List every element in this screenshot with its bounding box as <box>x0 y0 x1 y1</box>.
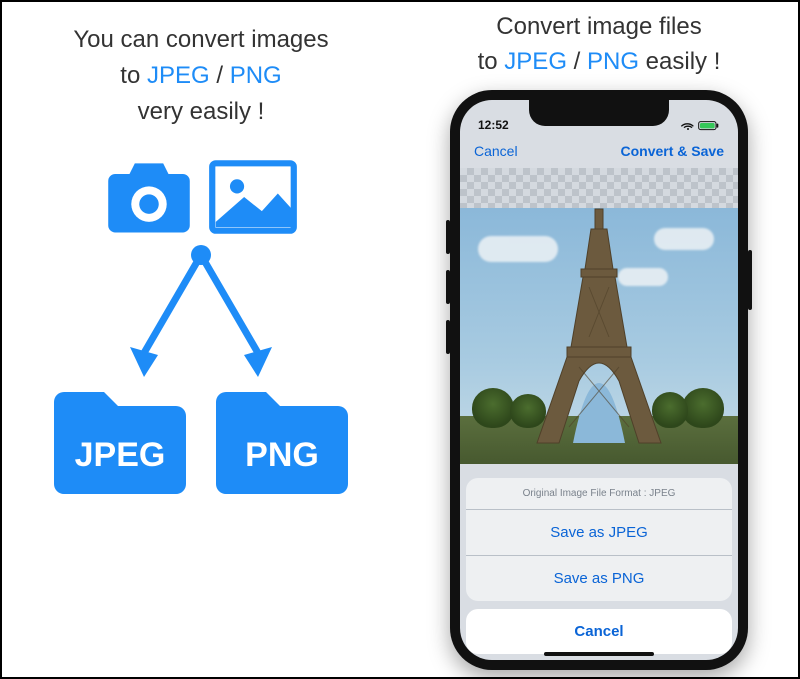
source-icons <box>104 158 298 241</box>
phone-notch <box>529 100 669 126</box>
format-png-label-2: PNG <box>587 48 639 75</box>
status-indicators <box>680 118 720 132</box>
left-panel: You can convert images to JPEG / PNG ver… <box>2 2 400 677</box>
format-sep-2: / <box>567 48 587 75</box>
right-headline: Convert image files to JPEG / PNG easily… <box>478 10 721 80</box>
format-png-label: PNG <box>230 62 282 89</box>
format-sep: / <box>210 62 230 89</box>
nav-convert-save-button[interactable]: Convert & Save <box>621 143 724 159</box>
nav-bar: Cancel Convert & Save <box>460 134 738 168</box>
folder-png-label: PNG <box>245 436 319 474</box>
home-indicator <box>544 652 654 656</box>
headline2-line1: Convert image files <box>478 10 721 45</box>
transparency-checker <box>460 168 738 208</box>
headline2-suffix: easily ! <box>639 48 720 75</box>
headline2-prefix: to <box>478 48 505 75</box>
image-icon <box>208 158 298 241</box>
headline-line1: You can convert images <box>73 22 328 58</box>
split-arrows-icon <box>96 243 306 388</box>
folder-jpeg-label: JPEG <box>75 436 166 474</box>
save-as-png-button[interactable]: Save as PNG <box>466 556 732 601</box>
headline-line2: to JPEG / PNG <box>73 58 328 94</box>
format-jpeg-label: JPEG <box>147 62 210 89</box>
wifi-battery-icon <box>680 119 720 131</box>
left-headline: You can convert images to JPEG / PNG ver… <box>73 22 328 130</box>
nav-cancel-button[interactable]: Cancel <box>474 143 518 159</box>
phone-screen: 12:52 Cancel Convert & <box>460 100 738 660</box>
action-sheet: Original Image File Format : JPEG Save a… <box>460 472 738 660</box>
save-as-jpeg-button[interactable]: Save as JPEG <box>466 510 732 556</box>
folder-jpeg-icon: JPEG <box>46 382 194 507</box>
headline2-line2: to JPEG / PNG easily ! <box>478 45 721 80</box>
right-panel: Convert image files to JPEG / PNG easily… <box>400 2 798 677</box>
phone-mockup: 12:52 Cancel Convert & <box>450 90 748 670</box>
folder-png-icon: PNG <box>208 382 356 507</box>
format-jpeg-label-2: JPEG <box>504 48 567 75</box>
promo-frame: You can convert images to JPEG / PNG ver… <box>0 0 800 679</box>
status-time: 12:52 <box>478 118 509 132</box>
action-sheet-main: Original Image File Format : JPEG Save a… <box>466 478 732 601</box>
headline-line2-prefix: to <box>120 62 147 89</box>
output-folders: JPEG PNG <box>46 382 356 507</box>
eiffel-tower-icon <box>529 208 669 452</box>
sheet-cancel-button[interactable]: Cancel <box>466 609 732 654</box>
sheet-header-label: Original Image File Format : JPEG <box>466 478 732 510</box>
headline-line3: very easily ! <box>73 94 328 130</box>
preview-image <box>460 208 738 464</box>
camera-icon <box>104 158 194 241</box>
